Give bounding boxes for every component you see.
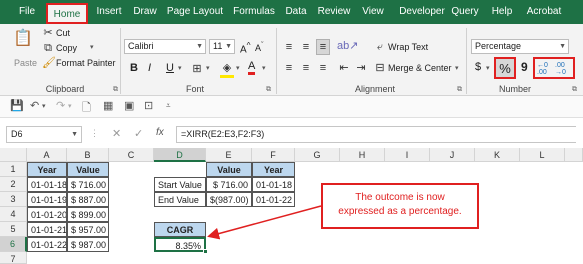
annotation-arrow	[207, 205, 322, 240]
annotation-callout: The outcome is now expressed as a percen…	[321, 183, 479, 229]
callout-line-1: The outcome is now	[355, 192, 445, 203]
callout-line-2: expressed as a percentage.	[338, 206, 462, 217]
